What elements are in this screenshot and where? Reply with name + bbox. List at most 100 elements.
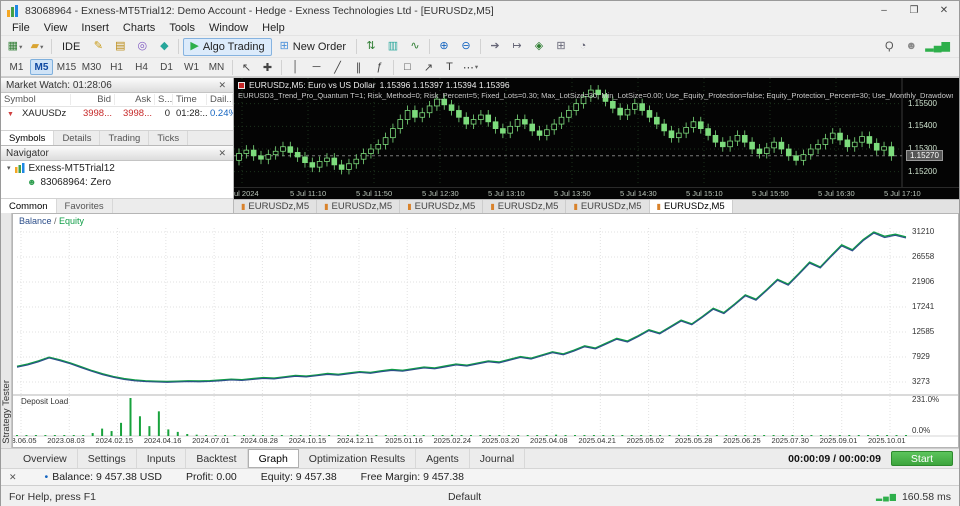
market-watch-tab-trading[interactable]: Trading: [100, 131, 149, 145]
tick-chart-icon[interactable]: ∿: [405, 38, 425, 56]
menu-file[interactable]: File: [5, 22, 37, 34]
symbols-window-icon[interactable]: ▥: [383, 38, 403, 56]
indicators-icon[interactable]: ◈: [529, 38, 549, 56]
market-watch-tab-symbols[interactable]: Symbols: [1, 131, 54, 145]
column-header-3[interactable]: S...: [155, 94, 173, 105]
search-icon[interactable]: Ϙ: [879, 38, 899, 56]
menu-window[interactable]: Window: [202, 22, 255, 34]
column-header-0[interactable]: Symbol: [1, 94, 71, 105]
navigator-item-account[interactable]: ☻ 83068964: Zero: [1, 175, 233, 189]
metaeditor-icon[interactable]: ✎: [88, 38, 108, 56]
chart-tab-4[interactable]: ▮EURUSDz,M5: [566, 200, 649, 213]
tester-tab-graph[interactable]: Graph: [248, 449, 299, 468]
depth-of-market-icon[interactable]: ⇅: [361, 38, 381, 56]
tester-tab-overview[interactable]: Overview: [13, 449, 78, 468]
shapes-icon[interactable]: □: [398, 59, 417, 76]
new-order-button[interactable]: ⊞New Order: [274, 38, 352, 56]
navigator-tab-favorites[interactable]: Favorites: [57, 199, 113, 213]
market-watch-tab-details[interactable]: Details: [54, 131, 100, 145]
menu-help[interactable]: Help: [255, 22, 292, 34]
chart-profiles-caret-icon[interactable]: ▾: [40, 43, 43, 51]
connection-icon[interactable]: ▂▄▆: [923, 38, 952, 56]
vertical-line-icon[interactable]: │: [286, 59, 305, 76]
tester-tab-journal[interactable]: Journal: [470, 449, 525, 468]
tester-graph[interactable]: Balance / Equity Deposit Load 231.0% 0.0…: [12, 213, 959, 448]
algo-trading-button[interactable]: ▶Algo Trading: [183, 38, 271, 56]
market-watch-row-xauusd[interactable]: ▼XAUUSDz 3998... 3998... 0 01:28:... 0.2…: [1, 107, 233, 120]
market-watch-tab-ticks[interactable]: Ticks: [149, 131, 188, 145]
timeframe-m30[interactable]: M30: [80, 59, 103, 75]
tree-expander-icon[interactable]: ▾: [7, 164, 11, 172]
price-chart[interactable]: EURUSDz,M5: Euro vs US Dollar 1.15396 1.…: [234, 78, 959, 199]
algo-trading-button-glyph: ▶: [190, 41, 198, 52]
community-icon[interactable]: ◎: [132, 38, 152, 56]
column-header-1[interactable]: Bid: [71, 94, 115, 105]
minimize-button[interactable]: –: [869, 1, 899, 20]
chart-profiles-icon[interactable]: ▰▾: [27, 38, 47, 56]
profile-selector[interactable]: Default: [448, 491, 481, 503]
trendline-icon[interactable]: ╱: [328, 59, 347, 76]
menu-view[interactable]: View: [37, 22, 75, 34]
navigator-item-account-server[interactable]: ▾ Exness-MT5Trial12: [1, 161, 233, 175]
chart-time-axis[interactable]: 5 Jul 20245 Jul 11:105 Jul 11:505 Jul 12…: [234, 187, 959, 199]
timeframe-h4[interactable]: H4: [130, 59, 153, 75]
new-chart-caret-icon[interactable]: ▾: [19, 43, 22, 51]
column-header-5[interactable]: Dail...: [207, 94, 233, 105]
market-watch-body[interactable]: [1, 120, 233, 130]
maximize-button[interactable]: ❐: [899, 1, 929, 20]
text-tool-icon[interactable]: T: [440, 59, 459, 76]
fibonacci-icon[interactable]: ƒ: [370, 59, 389, 76]
new-chart-icon[interactable]: ▦▾: [5, 38, 25, 56]
column-header-2[interactable]: Ask: [115, 94, 155, 105]
timeframe-m1[interactable]: M1: [5, 59, 28, 75]
market-watch-columns[interactable]: SymbolBidAskS...TimeDail...: [1, 93, 233, 107]
zoom-in-icon[interactable]: ⊕: [434, 38, 454, 56]
cursor-icon[interactable]: ↖: [237, 59, 256, 76]
tile-windows-icon[interactable]: ⊞: [551, 38, 571, 56]
zoom-out-icon[interactable]: ⊖: [456, 38, 476, 56]
timeframe-d1[interactable]: D1: [155, 59, 178, 75]
data-window-icon[interactable]: ◔: [573, 38, 593, 56]
close-button[interactable]: ✕: [929, 1, 959, 20]
equidistant-channel-icon[interactable]: ∥: [349, 59, 368, 76]
objects-more-icon[interactable]: ⋯▾: [461, 59, 480, 76]
market-watch-close-icon[interactable]: ✕: [216, 80, 228, 91]
tester-tab-backtest[interactable]: Backtest: [186, 449, 247, 468]
timeframe-w1[interactable]: W1: [180, 59, 203, 75]
toolbox-close-icon[interactable]: ✕: [5, 472, 21, 483]
chart-tab-3[interactable]: ▮EURUSDz,M5: [483, 200, 566, 213]
chart-shift-icon[interactable]: ↦: [507, 38, 527, 56]
chart-tab-1[interactable]: ▮EURUSDz,M5: [317, 200, 400, 213]
tester-tab-agents[interactable]: Agents: [416, 449, 470, 468]
column-header-4[interactable]: Time: [173, 94, 207, 105]
calendar-icon[interactable]: ▤: [110, 38, 130, 56]
tester-tab-optimization-results[interactable]: Optimization Results: [299, 449, 416, 468]
market-watch-header[interactable]: Market Watch: 01:28:06 ✕: [1, 78, 233, 93]
chart-tab-0[interactable]: ▮EURUSDz,M5: [234, 200, 317, 213]
timeframe-mn[interactable]: MN: [205, 59, 228, 75]
ide-button[interactable]: IDE: [56, 38, 86, 56]
menu-charts[interactable]: Charts: [116, 22, 162, 34]
market-icon[interactable]: ◆: [154, 38, 174, 56]
timeframe-h1[interactable]: H1: [105, 59, 128, 75]
navigator-tab-common[interactable]: Common: [1, 199, 57, 213]
timeframe-m5[interactable]: M5: [30, 59, 53, 75]
tester-side-strip[interactable]: Strategy Tester: [1, 213, 12, 448]
chart-tab-2[interactable]: ▮EURUSDz,M5: [400, 200, 483, 213]
crosshair-icon[interactable]: ✚: [258, 59, 277, 76]
horizontal-line-icon[interactable]: ─: [307, 59, 326, 76]
tester-tab-settings[interactable]: Settings: [78, 449, 137, 468]
menu-insert[interactable]: Insert: [74, 22, 116, 34]
timeframe-m15[interactable]: M15: [55, 59, 78, 75]
chart-tab-5[interactable]: ▮EURUSDz,M5: [650, 200, 733, 213]
toolbar-main-items: ▦▾▰▾ IDE✎▤◎◆ ▶Algo Trading⊞New Order ⇅▥∿ ⊕⊖ ➔…: [4, 38, 594, 56]
user-icon[interactable]: ☻: [901, 38, 921, 56]
navigator-close-icon[interactable]: ✕: [216, 148, 228, 159]
navigator-header[interactable]: Navigator ✕: [1, 146, 233, 161]
tester-tab-inputs[interactable]: Inputs: [137, 449, 187, 468]
menu-tools[interactable]: Tools: [162, 22, 202, 34]
objects-more-caret-icon[interactable]: ▾: [475, 63, 478, 71]
auto-scroll-icon[interactable]: ➔: [485, 38, 505, 56]
start-button[interactable]: Start: [891, 451, 953, 466]
arrows-tool-icon[interactable]: ↗: [419, 59, 438, 76]
